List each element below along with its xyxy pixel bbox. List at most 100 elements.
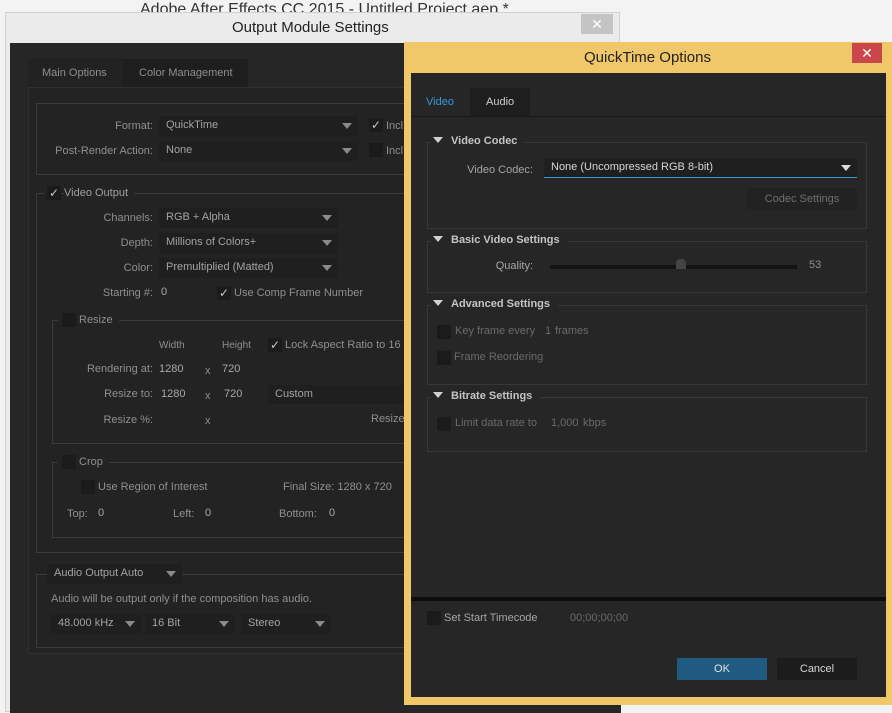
tab-divider — [411, 116, 886, 117]
start-timecode-label: Set Start Timecode — [444, 612, 538, 624]
resize-preset-dropdown[interactable]: Custom — [268, 385, 408, 404]
frames-label: frames — [555, 325, 589, 337]
times-sign: x — [205, 365, 211, 377]
width-header: Width — [159, 340, 185, 351]
video-codec-section — [427, 142, 867, 229]
resize-height[interactable]: 720 — [224, 388, 242, 400]
use-comp-frame-checkbox[interactable]: ✓ — [217, 286, 231, 300]
timecode-value[interactable]: 00;00;00;00 — [570, 612, 628, 624]
rendering-height: 720 — [222, 363, 241, 375]
video-codec-header[interactable]: Video Codec — [431, 135, 526, 147]
quality-label: Quality: — [495, 260, 533, 272]
color-value: Premultiplied (Matted) — [166, 261, 274, 273]
limit-rate-checkbox[interactable] — [437, 417, 451, 431]
section-title: Video Codec — [451, 135, 518, 147]
close-button[interactable]: ✕ — [852, 43, 882, 63]
video-output-checkbox[interactable]: ✓ — [47, 186, 61, 200]
resize-to-label: Resize to: — [104, 388, 153, 400]
sample-rate-value: 48.000 kHz — [58, 617, 114, 629]
include-label-1: Incl — [386, 120, 404, 132]
tab-audio[interactable]: Audio — [470, 88, 530, 116]
color-dropdown[interactable]: Premultiplied (Matted) — [159, 258, 338, 278]
audio-output-dropdown[interactable]: Audio Output Auto — [47, 564, 182, 584]
frame-reordering-checkbox[interactable] — [437, 351, 451, 365]
resize-label: Resize — [76, 314, 119, 326]
crop-bottom-value[interactable]: 0 — [329, 507, 335, 519]
crop-left-value[interactable]: 0 — [205, 507, 211, 519]
video-codec-dropdown[interactable]: None (Uncompressed RGB 8-bit) — [544, 158, 857, 178]
times-sign: x — [205, 390, 211, 402]
audio-output-value: Audio Output Auto — [54, 567, 144, 579]
quality-slider-thumb[interactable] — [675, 259, 686, 269]
limit-rate-label: Limit data rate to — [455, 417, 537, 429]
crop-top-value[interactable]: 0 — [98, 507, 104, 519]
video-codec-label: Video Codec: — [467, 164, 533, 176]
format-label: Format: — [115, 120, 153, 132]
crop-checkbox[interactable] — [58, 451, 80, 473]
key-frame-checkbox[interactable] — [437, 325, 451, 339]
quality-value: 53 — [809, 259, 822, 271]
triangle-down-icon — [433, 137, 443, 143]
section-title: Advanced Settings — [451, 298, 551, 310]
resize-width[interactable]: 1280 — [161, 388, 185, 400]
resize-quality-label: Resize — [371, 413, 405, 425]
bit-depth-value: 16 Bit — [152, 617, 181, 629]
chevron-down-icon — [322, 265, 332, 271]
resize-pct-label: Resize %: — [103, 414, 153, 426]
crop-label: Crop — [76, 456, 109, 468]
key-frame-value[interactable]: 1 — [545, 325, 551, 337]
quality-slider[interactable] — [550, 259, 797, 269]
audio-channels-dropdown[interactable]: Stereo — [241, 614, 331, 634]
tab-color-management[interactable]: Color Management — [123, 59, 248, 87]
ok-button[interactable]: OK — [677, 658, 767, 680]
sample-rate-dropdown[interactable]: 48.000 kHz — [51, 614, 141, 634]
tab-main-options[interactable]: Main Options — [28, 59, 123, 87]
start-timecode-checkbox[interactable] — [427, 611, 441, 625]
lock-aspect-checkbox[interactable]: ✓ — [268, 338, 282, 352]
crop-box — [52, 462, 436, 538]
final-size: Final Size: 1280 x 720 — [283, 481, 392, 493]
close-button[interactable]: ✕ — [581, 14, 613, 34]
codec-settings-button[interactable]: Codec Settings — [747, 188, 857, 210]
advanced-header[interactable]: Advanced Settings — [431, 298, 559, 310]
tab-label: Main Options — [42, 67, 107, 79]
chevron-down-icon — [125, 621, 135, 627]
audio-note: Audio will be output only if the composi… — [51, 593, 313, 605]
audio-box — [36, 574, 436, 648]
tab-video[interactable]: Video — [412, 88, 470, 116]
basic-video-header[interactable]: Basic Video Settings — [431, 234, 568, 246]
bit-depth-dropdown[interactable]: 16 Bit — [145, 614, 235, 634]
dialog-body: Video Audio Video Codec Video Codec: Non… — [411, 73, 886, 697]
rendering-width: 1280 — [159, 363, 184, 375]
height-header: Height — [222, 340, 251, 351]
post-render-value: None — [166, 144, 193, 156]
tab-label: Video — [426, 96, 454, 108]
use-roi-checkbox[interactable] — [81, 480, 95, 494]
chevron-down-icon — [315, 621, 325, 627]
advanced-section — [427, 305, 867, 385]
starting-value[interactable]: 0 — [161, 286, 167, 298]
post-render-dropdown[interactable]: None — [159, 141, 358, 161]
channels-value: RGB + Alpha — [166, 211, 230, 223]
video-codec-value: None (Uncompressed RGB 8-bit) — [551, 161, 714, 173]
channels-dropdown[interactable]: RGB + Alpha — [159, 208, 338, 228]
audio-channels-value: Stereo — [248, 617, 281, 629]
channels-label: Channels: — [103, 212, 153, 224]
dialog-title: QuickTime Options — [584, 49, 711, 66]
triangle-down-icon — [433, 300, 443, 306]
lock-aspect-label: Lock Aspect Ratio to 16 — [285, 339, 401, 351]
bitrate-header[interactable]: Bitrate Settings — [431, 390, 541, 402]
include-checkbox-2[interactable] — [369, 143, 383, 157]
frame-reordering-label: Frame Reordering — [454, 351, 544, 363]
limit-rate-value[interactable]: 1,000 — [551, 417, 579, 429]
format-dropdown[interactable]: QuickTime — [159, 116, 358, 136]
depth-label: Depth: — [120, 237, 153, 249]
post-render-label: Post-Render Action: — [55, 145, 153, 157]
video-output-label: Video Output — [64, 187, 135, 199]
cancel-button[interactable]: Cancel — [777, 658, 857, 680]
depth-dropdown[interactable]: Millions of Colors+ — [159, 233, 338, 253]
kbps-label: kbps — [583, 417, 607, 429]
chevron-down-icon — [342, 148, 352, 154]
include-checkbox-1[interactable]: ✓ — [369, 118, 383, 132]
resize-checkbox[interactable] — [58, 309, 80, 331]
